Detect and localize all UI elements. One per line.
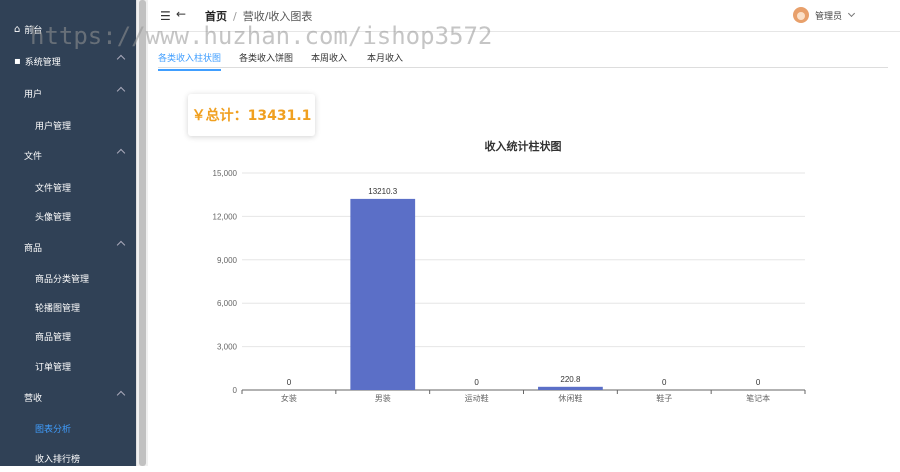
sidebar-group-file[interactable]: 文件 <box>0 141 136 169</box>
y-tick-label: 12,000 <box>213 212 238 221</box>
sidebar-item-label: 文件 <box>24 151 43 162</box>
data-label: 0 <box>756 378 761 387</box>
arrow-left-icon[interactable]: ← <box>176 7 186 21</box>
chevron-up-icon <box>116 86 126 96</box>
tab-bar-chart[interactable]: 各类收入柱状图 <box>158 51 222 71</box>
avatar <box>792 7 809 23</box>
sidebar-item-label: 营收 <box>24 393 43 404</box>
sidebar-item-revenue-rank[interactable]: 收入排行榜 <box>0 444 136 472</box>
sidebar-item-carousel-manage[interactable]: 轮播图管理 <box>0 293 136 321</box>
chart-tabs: 各类收入柱状图 各类收入饼图 本周收入 本月收入 <box>158 47 888 71</box>
sidebar-item-category-manage[interactable]: 商品分类管理 <box>0 264 136 292</box>
y-tick-label: 9,000 <box>217 256 238 265</box>
sidebar-item-label: 用户管理 <box>35 121 72 132</box>
bar-chart: 0 3,000 6,000 9,000 12,000 15,000 0 女装 13210.3 男装… <box>213 169 806 403</box>
data-label: 0 <box>287 378 292 387</box>
sidebar-item-order-manage[interactable]: 订单管理 <box>0 352 136 380</box>
sidebar-item-label: 头像管理 <box>35 212 72 223</box>
bar <box>350 198 416 390</box>
top-bar: ☰ ← 首页 / 营收/收入图表 管理员 <box>148 0 900 32</box>
y-tick-label: 3,000 <box>217 343 238 352</box>
sidebar-item-goods-manage[interactable]: 商品管理 <box>0 322 136 350</box>
sidebar-item-chart-analysis[interactable]: 图表分析 <box>0 414 136 442</box>
sidebar-scrollbar[interactable] <box>136 0 148 466</box>
tab-week-revenue[interactable]: 本周收入 <box>311 51 347 69</box>
total-revenue-card: ￥总计：13431.1 <box>188 94 315 136</box>
sidebar-item-user-manage[interactable]: 用户管理 <box>0 111 136 139</box>
data-label: 0 <box>662 378 667 387</box>
data-label: 13210.3 <box>368 187 397 196</box>
data-label: 220.8 <box>560 375 581 384</box>
sidebar: ⌂ 前台 ▪ 系统管理 用户 用户管理 文件 文件管理 头像管理 商品 商品分类… <box>0 0 136 466</box>
user-name: 管理员 <box>814 11 842 22</box>
x-tick-label: 休闲鞋 <box>558 393 582 403</box>
sidebar-item-label: 收入排行榜 <box>35 454 81 465</box>
sidebar-item-label: 前台 <box>24 25 43 36</box>
user-menu[interactable]: 管理员 <box>792 7 856 23</box>
sidebar-item-label: 用户 <box>24 89 43 100</box>
y-tick-label: 15,000 <box>213 169 238 178</box>
sidebar-item-frontend[interactable]: ⌂ 前台 <box>0 15 136 43</box>
grid-icon: ▪ <box>14 55 21 67</box>
chevron-up-icon <box>116 148 126 158</box>
sidebar-item-system[interactable]: ▪ 系统管理 <box>0 47 136 75</box>
bar <box>538 386 603 390</box>
sidebar-item-label: 文件管理 <box>35 183 72 194</box>
sidebar-group-revenue[interactable]: 营收 <box>0 383 136 411</box>
tab-month-revenue[interactable]: 本月收入 <box>367 51 403 69</box>
sidebar-item-file-manage[interactable]: 文件管理 <box>0 173 136 201</box>
x-tick-label: 笔记本 <box>746 393 770 403</box>
sidebar-group-goods[interactable]: 商品 <box>0 233 136 261</box>
sidebar-item-avatar-manage[interactable]: 头像管理 <box>0 202 136 230</box>
sidebar-item-label: 图表分析 <box>35 424 72 435</box>
chevron-up-icon <box>116 240 126 250</box>
sidebar-item-label: 轮播图管理 <box>35 303 81 314</box>
breadcrumb-separator: / <box>233 9 237 23</box>
sidebar-item-label: 商品分类管理 <box>35 274 90 285</box>
chevron-down-icon <box>847 9 856 18</box>
breadcrumb-current: 营收/收入图表 <box>242 10 313 23</box>
data-label: 0 <box>474 378 479 387</box>
sidebar-item-label: 系统管理 <box>24 57 61 68</box>
y-tick-label: 6,000 <box>217 299 238 308</box>
breadcrumb: 首页 / 营收/收入图表 <box>205 8 312 24</box>
breadcrumb-home[interactable]: 首页 <box>205 8 227 24</box>
x-tick-label: 男装 <box>375 393 391 403</box>
sidebar-item-label: 订单管理 <box>35 362 72 373</box>
x-tick-label: 运动鞋 <box>465 393 489 403</box>
x-tick-label: 鞋子 <box>656 393 672 403</box>
chevron-up-icon <box>116 390 126 400</box>
chevron-up-icon <box>116 54 126 64</box>
tab-pie-chart[interactable]: 各类收入饼图 <box>239 51 293 69</box>
scrollbar-thumb[interactable] <box>139 0 146 466</box>
y-tick-label: 0 <box>233 386 238 395</box>
sidebar-group-user[interactable]: 用户 <box>0 79 136 107</box>
chart-title: 收入统计柱状图 <box>484 140 562 153</box>
sidebar-item-label: 商品管理 <box>35 332 72 343</box>
hamburger-icon[interactable]: ☰ <box>160 9 171 23</box>
x-tick-label: 女装 <box>281 393 297 403</box>
home-icon: ⌂ <box>14 23 21 35</box>
sidebar-item-label: 商品 <box>24 243 43 254</box>
